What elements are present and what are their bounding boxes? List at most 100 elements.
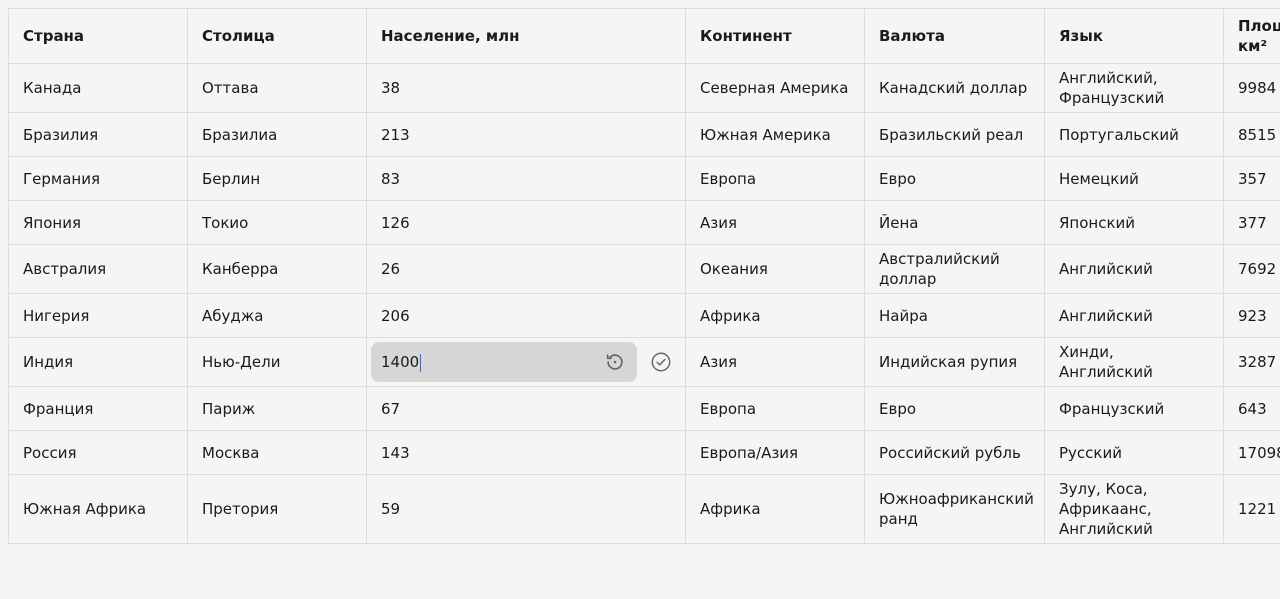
cell-currency[interactable]: Евро: [864, 386, 1045, 431]
cell-continent[interactable]: Африка: [685, 474, 865, 544]
column-header-currency[interactable]: Валюта: [864, 8, 1045, 64]
cell-currency[interactable]: Австралийский доллар: [864, 244, 1045, 294]
cell-currency[interactable]: Йена: [864, 200, 1045, 245]
cell-population[interactable]: 59: [366, 474, 686, 544]
history-reset-icon: [606, 354, 623, 370]
cell-country[interactable]: Южная Африка: [8, 474, 188, 544]
inline-editor: 1400: [371, 342, 681, 382]
cell-country[interactable]: Австралия: [8, 244, 188, 294]
cell-country[interactable]: Нигерия: [8, 293, 188, 338]
table-header-row: Страна Столица Население, млн Континент Валю…: [8, 8, 1280, 64]
cell-currency[interactable]: Найра: [864, 293, 1045, 338]
column-header-language[interactable]: Язык: [1044, 8, 1224, 64]
cell-continent[interactable]: Европа: [685, 156, 865, 201]
cell-area[interactable]: 8515: [1223, 112, 1280, 157]
population-edit-input[interactable]: 1400: [371, 342, 637, 382]
cell-currency[interactable]: Евро: [864, 156, 1045, 201]
cell-country[interactable]: Франция: [8, 386, 188, 431]
cell-area[interactable]: 377: [1223, 200, 1280, 245]
cell-area[interactable]: 923: [1223, 293, 1280, 338]
cell-language[interactable]: Английский: [1044, 293, 1224, 338]
countries-table-container: Страна Столица Население, млн Континент Валю…: [8, 8, 1280, 544]
cell-currency[interactable]: Бразильский реал: [864, 112, 1045, 157]
cell-country[interactable]: Германия: [8, 156, 188, 201]
cell-continent[interactable]: Океания: [685, 244, 865, 294]
table-row: Франция Париж 67 Европа Евро Французский 643: [8, 386, 1280, 431]
column-header-area[interactable]: Площадь, км²: [1223, 8, 1280, 64]
cell-language[interactable]: Японский: [1044, 200, 1224, 245]
cell-language[interactable]: Английский: [1044, 244, 1224, 294]
cell-population[interactable]: 38: [366, 63, 686, 113]
cell-area[interactable]: 1221: [1223, 474, 1280, 544]
cell-language[interactable]: Зулу, Коса, Африкаанс, Английский: [1044, 474, 1224, 544]
cell-country[interactable]: Япония: [8, 200, 188, 245]
cell-area[interactable]: 3287: [1223, 337, 1280, 387]
table-row: Южная Африка Претория 59 Африка Южноафриканс…: [8, 474, 1280, 544]
cell-continent[interactable]: Африка: [685, 293, 865, 338]
cell-capital[interactable]: Канберра: [187, 244, 367, 294]
cell-capital[interactable]: Бразилиа: [187, 112, 367, 157]
table-row: Россия Москва 143 Европа/Азия Российский руб…: [8, 430, 1280, 475]
cell-language[interactable]: Хинди, Английский: [1044, 337, 1224, 387]
cell-capital[interactable]: Берлин: [187, 156, 367, 201]
cell-language[interactable]: Португальский: [1044, 112, 1224, 157]
table-row: Нигерия Абуджа 206 Африка Найра Английский 923: [8, 293, 1280, 338]
confirm-edit-button[interactable]: [649, 350, 673, 374]
check-circle-icon: [651, 352, 671, 372]
cell-continent[interactable]: Европа: [685, 386, 865, 431]
column-header-continent[interactable]: Континент: [685, 8, 865, 64]
table-row: Япония Токио 126 Азия Йена Японский 377: [8, 200, 1280, 245]
cell-continent[interactable]: Азия: [685, 200, 865, 245]
cell-currency[interactable]: Индийская рупия: [864, 337, 1045, 387]
cell-capital[interactable]: Оттава: [187, 63, 367, 113]
cell-capital[interactable]: Претория: [187, 474, 367, 544]
cell-population[interactable]: 83: [366, 156, 686, 201]
table-row: Канада Оттава 38 Северная Америка Канадский …: [8, 63, 1280, 113]
cell-population[interactable]: 67: [366, 386, 686, 431]
text-cursor: [420, 353, 422, 372]
cell-area[interactable]: 9984: [1223, 63, 1280, 113]
cell-continent[interactable]: Азия: [685, 337, 865, 387]
cell-currency[interactable]: Южноафриканский ранд: [864, 474, 1045, 544]
cell-area[interactable]: 643: [1223, 386, 1280, 431]
cell-capital[interactable]: Абуджа: [187, 293, 367, 338]
column-header-population[interactable]: Население, млн: [366, 8, 686, 64]
edit-input-text: 1400: [381, 353, 420, 371]
cell-country[interactable]: Канада: [8, 63, 188, 113]
cell-language[interactable]: Французский: [1044, 386, 1224, 431]
column-header-country[interactable]: Страна: [8, 8, 188, 64]
table-row: Германия Берлин 83 Европа Евро Немецкий 357: [8, 156, 1280, 201]
cell-population: 1400: [366, 337, 686, 387]
cell-area[interactable]: 357: [1223, 156, 1280, 201]
cell-continent[interactable]: Южная Америка: [685, 112, 865, 157]
cell-capital[interactable]: Токио: [187, 200, 367, 245]
table-row: Австралия Канберра 26 Океания Австралийский …: [8, 244, 1280, 294]
cell-population[interactable]: 213: [366, 112, 686, 157]
cell-currency[interactable]: Российский рубль: [864, 430, 1045, 475]
cell-capital[interactable]: Москва: [187, 430, 367, 475]
reset-value-button[interactable]: [603, 350, 627, 374]
cell-population[interactable]: 206: [366, 293, 686, 338]
edit-input-value[interactable]: 1400: [381, 352, 603, 372]
table-row: Бразилия Бразилиа 213 Южная Америка Бразильс…: [8, 112, 1280, 157]
cell-population[interactable]: 126: [366, 200, 686, 245]
cell-country[interactable]: Бразилия: [8, 112, 188, 157]
cell-language[interactable]: Русский: [1044, 430, 1224, 475]
cell-capital[interactable]: Париж: [187, 386, 367, 431]
cell-continent[interactable]: Северная Америка: [685, 63, 865, 113]
countries-table: Страна Столица Население, млн Континент Валю…: [8, 8, 1280, 544]
cell-language[interactable]: Немецкий: [1044, 156, 1224, 201]
cell-language[interactable]: Английский, Французский: [1044, 63, 1224, 113]
cell-currency[interactable]: Канадский доллар: [864, 63, 1045, 113]
cell-continent[interactable]: Европа/Азия: [685, 430, 865, 475]
table-body: Канада Оттава 38 Северная Америка Канадский …: [8, 63, 1280, 544]
column-header-capital[interactable]: Столица: [187, 8, 367, 64]
cell-country[interactable]: Индия: [8, 337, 188, 387]
cell-population[interactable]: 26: [366, 244, 686, 294]
cell-area[interactable]: 7692: [1223, 244, 1280, 294]
cell-country[interactable]: Россия: [8, 430, 188, 475]
cell-population[interactable]: 143: [366, 430, 686, 475]
cell-capital[interactable]: Нью-Дели: [187, 337, 367, 387]
table-row: Индия Нью-Дели 1400 Азия Индийская рупия Хинд…: [8, 337, 1280, 387]
cell-area[interactable]: 17098: [1223, 430, 1280, 475]
